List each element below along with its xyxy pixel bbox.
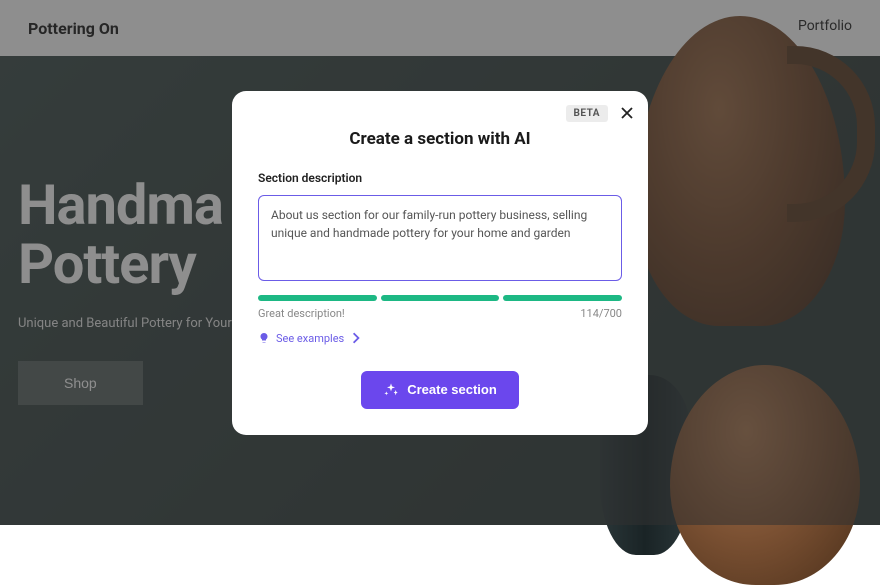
create-section-button[interactable]: Create section <box>361 371 519 409</box>
strength-segment <box>503 295 622 301</box>
see-examples-link[interactable]: See examples <box>258 332 622 345</box>
ai-section-modal: BETA Create a section with AI Section de… <box>232 91 648 435</box>
close-icon[interactable] <box>620 106 634 120</box>
chevron-right-icon <box>350 332 362 344</box>
create-section-label: Create section <box>407 382 497 397</box>
strength-segment <box>258 295 377 301</box>
strength-segment <box>381 295 500 301</box>
feedback-text: Great description! <box>258 307 345 320</box>
sparkles-icon <box>383 382 399 398</box>
description-label: Section description <box>258 171 622 185</box>
see-examples-label: See examples <box>276 332 344 345</box>
beta-badge: BETA <box>566 105 609 122</box>
description-feedback-row: Great description! 114/700 <box>258 307 622 320</box>
lightbulb-icon <box>258 332 270 344</box>
modal-top-bar: BETA <box>566 105 635 122</box>
char-count: 114/700 <box>580 307 622 320</box>
section-description-input[interactable] <box>258 195 622 281</box>
description-strength-meter <box>258 295 622 301</box>
modal-title: Create a section with AI <box>258 129 622 149</box>
